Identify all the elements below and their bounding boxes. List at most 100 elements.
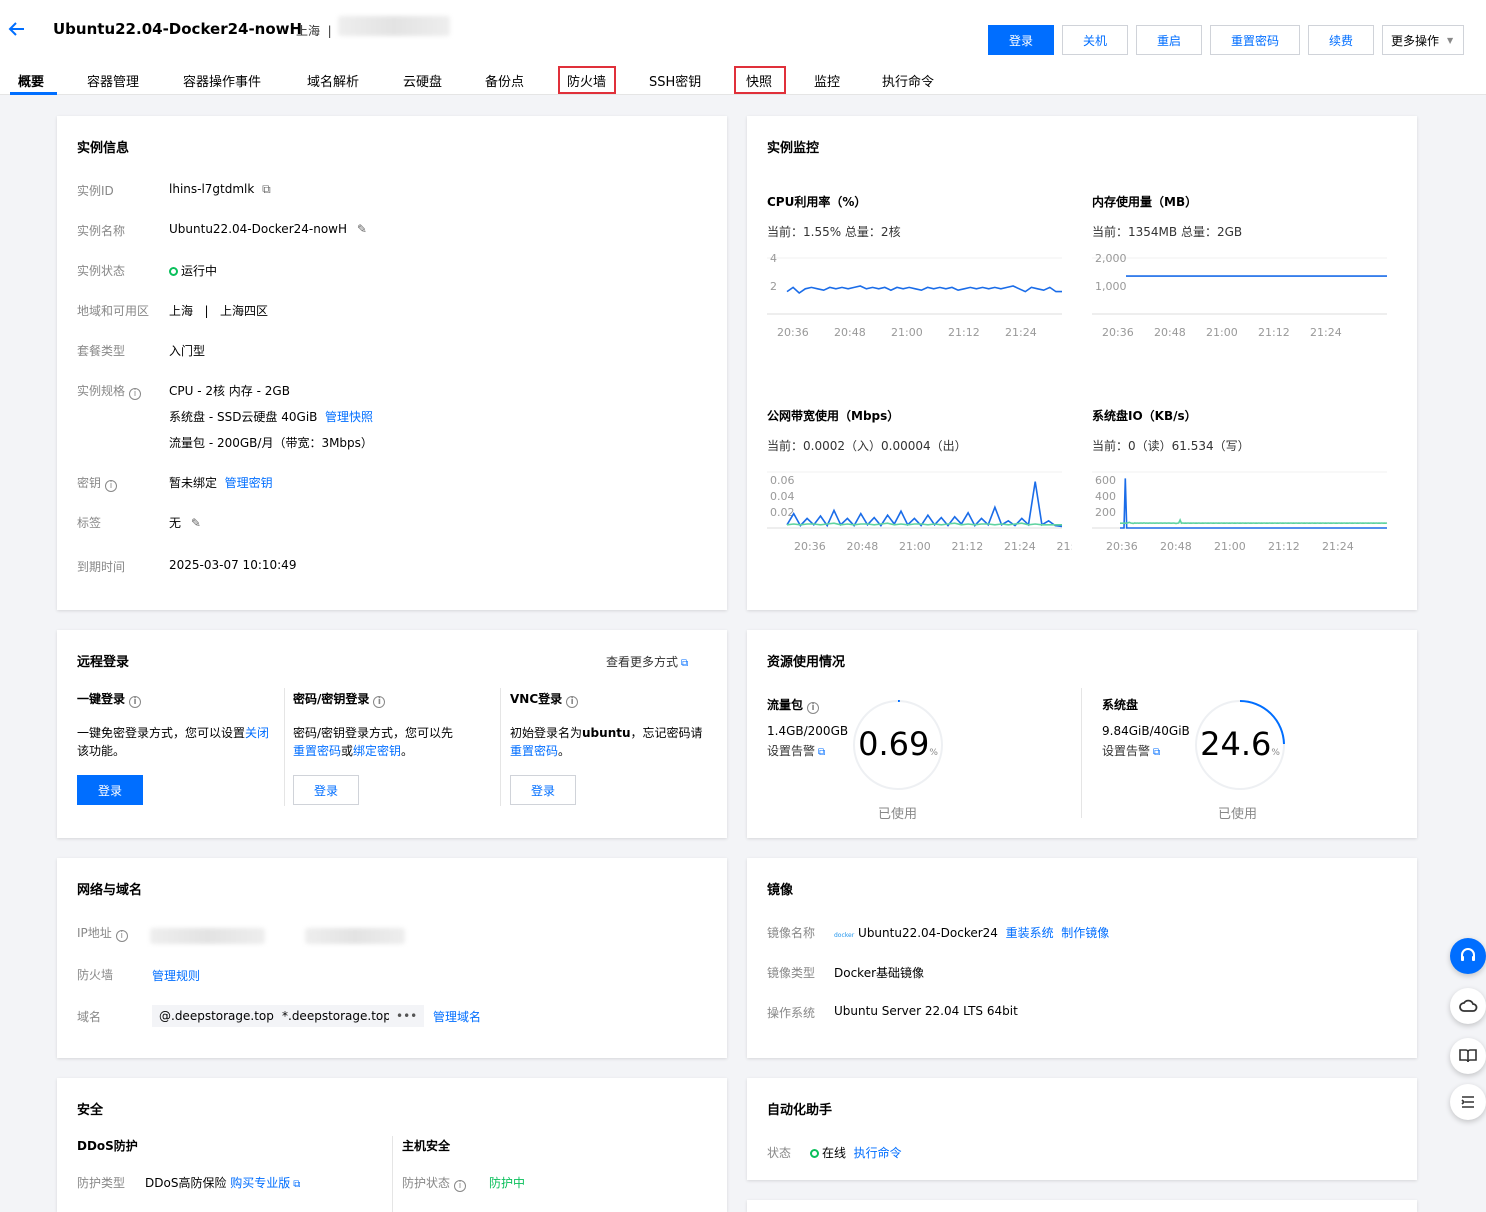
info-icon[interactable]: i [129, 388, 142, 400]
disk-alert-text: 设置告警 [1102, 744, 1151, 758]
instance-id-text: lhins-l7gtdmlk [169, 182, 255, 196]
manage-rules-link[interactable]: 管理规则 [152, 967, 200, 984]
x-tick-label: 20:48 [1160, 540, 1192, 553]
tab-cloud-disk[interactable]: 云硬盘 [403, 71, 442, 90]
card-title: 实例信息 [77, 141, 130, 156]
next-card-partial [747, 1200, 1417, 1212]
info-icon[interactable]: i [115, 930, 128, 942]
edit-icon[interactable]: ✎ [191, 516, 201, 530]
image-type-label: 镜像类型 [767, 966, 816, 980]
bind-key-link[interactable]: 绑定密钥 [353, 744, 401, 758]
highlight-snapshot [734, 66, 786, 94]
more-domains-button[interactable]: ••• [389, 1005, 425, 1027]
region-text: 上海 [169, 304, 194, 318]
manage-snapshot-link[interactable]: 管理快照 [325, 410, 373, 424]
more-methods-link[interactable]: 查看更多方式 ⧉ [606, 653, 688, 670]
instance-status: 运行中 [169, 262, 217, 279]
tab-ssh-key[interactable]: SSH密钥 [649, 71, 701, 90]
ddos-title: DDoS防护 [77, 1139, 138, 1153]
disk-io-current: 当前：0（读）61.534（写） [1092, 439, 1250, 453]
edit-icon[interactable]: ✎ [357, 222, 367, 236]
reset-password-button[interactable]: 重置密码 [1210, 25, 1300, 55]
cloud-icon[interactable] [1450, 988, 1486, 1024]
close-feature-link[interactable]: 关闭 [245, 726, 269, 740]
card-title: 资源使用情况 [767, 655, 846, 670]
y-tick-label: 200 [1095, 506, 1116, 519]
info-icon[interactable]: i [566, 696, 579, 708]
copy-icon[interactable]: ⧉ [262, 182, 271, 196]
y-tick-label: 600 [1095, 474, 1116, 487]
divider [1081, 688, 1082, 818]
reinstall-link[interactable]: 重装系统 [1006, 926, 1054, 940]
run-command-link[interactable]: 执行命令 [854, 1146, 902, 1160]
running-status-icon [169, 267, 178, 276]
more-actions-dropdown[interactable]: 更多操作 ▼ [1382, 25, 1464, 55]
id-label: 实例ID [77, 184, 114, 198]
tab-monitor[interactable]: 监控 [814, 71, 840, 90]
card-title: 镜像 [767, 883, 794, 898]
tab-run-command[interactable]: 执行命令 [882, 71, 934, 90]
memory-chart[interactable]: 1,000 2,000 20:36 20:48 21:00 21:12 21:24 [1082, 252, 1397, 342]
password-login-button[interactable]: 登录 [293, 775, 359, 805]
vnc-reset-password-link[interactable]: 重置密码 [510, 744, 558, 758]
password-login-desc: 密码/密钥登录方式，您可以先 [293, 726, 454, 740]
y-tick-label: 2 [770, 280, 777, 293]
password-login-title-text: 密码/密钥登录 [293, 692, 370, 706]
memory-chart-title: 内存使用量（MB） [1092, 195, 1198, 209]
vnc-desc-text-2: ，忘记密码请 [630, 726, 703, 740]
firewall-label: 防火墙 [77, 968, 114, 982]
tab-backup[interactable]: 备份点 [485, 71, 524, 90]
page-header: Ubuntu22.04-Docker24-nowH 上海 | 登录 关机 重启 … [0, 0, 1486, 95]
one-click-desc-text: 一键免密登录方式，您可以设置 [77, 726, 246, 740]
period: 。 [558, 744, 571, 758]
tab-container-mgmt[interactable]: 容器管理 [87, 71, 139, 90]
instance-zone: 上海 | 上海四区 [169, 304, 268, 318]
info-icon[interactable]: i [373, 696, 386, 708]
buy-pro-link[interactable]: 购买专业版 [230, 1176, 290, 1190]
traffic-alert-link[interactable]: 设置告警 ⧉ [767, 742, 825, 759]
disk-alert-link[interactable]: 设置告警 ⧉ [1102, 742, 1160, 759]
disk-value: 9.84GiB/40GiB [1102, 724, 1190, 738]
automation-status-text: 在线 [822, 1146, 847, 1160]
domain-tag[interactable]: @.deepstorage.top [152, 1005, 281, 1027]
x-tick-label: 21:24 [1004, 540, 1036, 553]
vnc-login-button[interactable]: 登录 [510, 775, 576, 805]
docs-book-icon[interactable] [1450, 1038, 1486, 1074]
status-text: 运行中 [181, 264, 218, 278]
tab-container-events[interactable]: 容器操作事件 [183, 71, 261, 90]
reset-password-link[interactable]: 重置密码 [293, 744, 341, 758]
manage-key-link[interactable]: 管理密钥 [225, 476, 273, 490]
info-icon[interactable]: i [105, 480, 118, 492]
memory-current: 当前：1354MB 总量：2GB [1092, 225, 1243, 239]
info-icon[interactable]: i [807, 702, 820, 714]
host-status-label-text: 防护状态 [402, 1176, 451, 1190]
restart-button[interactable]: 重启 [1136, 25, 1202, 55]
y-tick-label: 0.04 [770, 490, 795, 503]
manage-domain-link[interactable]: 管理域名 [433, 1008, 481, 1025]
shutdown-button[interactable]: 关机 [1062, 25, 1128, 55]
make-image-link[interactable]: 制作镜像 [1061, 926, 1109, 940]
automation-card: 自动化助手 状态 在线 执行命令 [747, 1078, 1417, 1180]
list-menu-icon[interactable] [1450, 1084, 1486, 1120]
bandwidth-chart[interactable]: 0.020.040.0620:3620:4821:0021:1221:2421:… [757, 466, 1088, 556]
series-line-0 [786, 285, 1062, 295]
vnc-login-title: VNC登录 i [510, 690, 579, 708]
blurred-ip [338, 16, 450, 36]
cpu-chart[interactable]: 2 4 20:36 20:48 21:00 21:12 21:24 [757, 252, 1072, 342]
renew-button[interactable]: 续费 [1308, 25, 1374, 55]
customer-service-icon[interactable] [1450, 938, 1486, 974]
back-arrow-icon[interactable] [8, 20, 28, 40]
one-click-title-text: 一键登录 [77, 692, 126, 706]
y-tick-label: 4 [770, 252, 777, 265]
blurred-ip-public [150, 928, 265, 944]
domain-tag[interactable]: *.deepstorage.top [275, 1005, 398, 1027]
card-title: 自动化助手 [767, 1103, 833, 1118]
disk-io-chart[interactable]: 200 400 600 20:36 20:48 21:00 21:12 21:24 [1082, 466, 1397, 556]
host-security-title: 主机安全 [402, 1139, 451, 1153]
one-click-login-button[interactable]: 登录 [77, 775, 143, 805]
tab-dns[interactable]: 域名解析 [307, 71, 359, 90]
info-icon[interactable]: i [129, 696, 142, 708]
info-icon[interactable]: i [454, 1180, 467, 1192]
login-button[interactable]: 登录 [988, 25, 1054, 55]
tab-overview[interactable]: 概要 [18, 71, 44, 90]
